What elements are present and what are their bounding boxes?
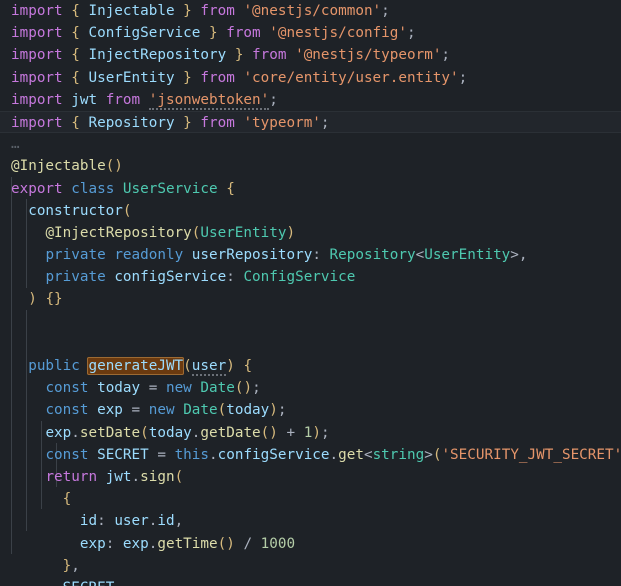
highlighted-symbol[interactable]: generateJWT bbox=[87, 357, 185, 375]
code-editor[interactable]: import { Injectable } from '@nestjs/comm… bbox=[0, 0, 621, 586]
code-line[interactable]: return jwt.sign( bbox=[0, 466, 621, 488]
code-line[interactable]: @InjectRepository(UserEntity) bbox=[0, 222, 621, 244]
code-line[interactable]: private configService: ConfigService bbox=[0, 266, 621, 288]
token-class-name: UserService bbox=[122, 180, 218, 197]
code-line[interactable]: import jwt from 'jsonwebtoken'; bbox=[0, 89, 621, 111]
token-identifier: Injectable bbox=[88, 3, 175, 19]
code-line[interactable]: @Injectable() bbox=[0, 155, 621, 177]
code-line[interactable]: const SECRET = this.configService.get<st… bbox=[0, 444, 621, 466]
code-line[interactable]: const exp = new Date(today); bbox=[0, 399, 621, 421]
code-fold-indicator[interactable]: … bbox=[0, 133, 621, 155]
code-line[interactable]: public generateJWT(user) { bbox=[0, 355, 621, 377]
code-line[interactable]: exp: exp.getTime() / 1000 bbox=[0, 533, 621, 555]
code-line[interactable]: SECRET bbox=[0, 577, 621, 586]
code-line[interactable]: export class UserService { bbox=[0, 178, 621, 200]
code-line[interactable]: import { UserEntity } from 'core/entity/… bbox=[0, 67, 621, 89]
code-line[interactable]: import { Injectable } from '@nestjs/comm… bbox=[0, 0, 621, 22]
code-line[interactable]: constructor( bbox=[0, 200, 621, 222]
token-secret-string: 'SECURITY_JWT_SECRET' bbox=[441, 446, 621, 463]
code-line[interactable]: { bbox=[0, 488, 621, 510]
code-line-empty[interactable] bbox=[0, 311, 621, 333]
code-line[interactable]: import { InjectRepository } from '@nestj… bbox=[0, 44, 621, 66]
code-line[interactable]: const today = new Date(); bbox=[0, 377, 621, 399]
code-line-empty[interactable] bbox=[0, 333, 621, 355]
code-line[interactable]: id: user.id, bbox=[0, 510, 621, 532]
code-line-current[interactable]: import { Repository } from 'typeorm'; bbox=[0, 110, 621, 134]
code-line[interactable]: import { ConfigService } from '@nestjs/c… bbox=[0, 22, 621, 44]
token-keyword: import bbox=[11, 3, 63, 19]
code-line[interactable]: exp.setDate(today.getDate() + 1); bbox=[0, 422, 621, 444]
code-lines[interactable]: import { Injectable } from '@nestjs/comm… bbox=[0, 0, 621, 586]
token-decorator: @Injectable bbox=[11, 158, 106, 175]
code-line[interactable]: private readonly userRepository: Reposit… bbox=[0, 244, 621, 266]
code-line[interactable]: ) {} bbox=[0, 288, 621, 310]
code-line[interactable]: }, bbox=[0, 555, 621, 577]
token-string: '@nestjs/common' bbox=[243, 3, 382, 19]
fold-ellipsis[interactable]: … bbox=[11, 136, 21, 152]
